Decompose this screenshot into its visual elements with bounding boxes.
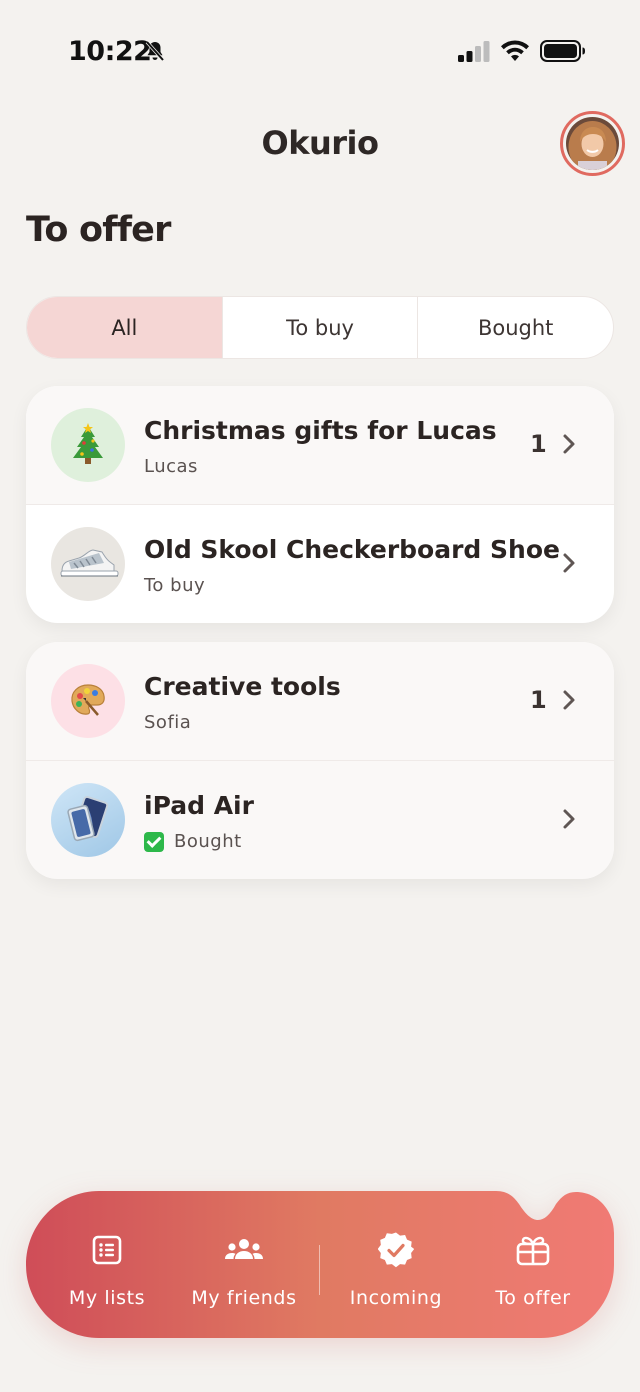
list-item-creative-tools[interactable]: Creative tools Sofia 1 (26, 642, 614, 760)
status-time: 10:22 (68, 36, 152, 67)
tab-my-lists[interactable]: My lists (48, 1191, 166, 1338)
tab-label: Incoming (349, 1287, 443, 1309)
list-item-ipad-air[interactable]: iPad Air Bought (26, 760, 614, 878)
tab-label: To offer (495, 1287, 571, 1309)
tab-my-friends[interactable]: My friends (184, 1191, 304, 1338)
filter-to-buy[interactable]: To buy (221, 297, 418, 358)
sneaker-image (51, 527, 125, 601)
list-group: Christmas gifts for Lucas Lucas 1 Old Sk… (26, 386, 614, 623)
gift-icon (516, 1233, 550, 1267)
tab-divider (319, 1245, 320, 1295)
battery-icon (540, 40, 585, 62)
list-item-old-skool-shoe[interactable]: Old Skool Checkerboard Shoe To buy (26, 504, 614, 622)
muted-bell-icon (145, 40, 165, 62)
tab-incoming[interactable]: Incoming (336, 1191, 456, 1338)
list-item-title: Creative tools (144, 672, 341, 701)
cellular-signal-icon (458, 41, 490, 62)
list-item-owner: Lucas (144, 456, 198, 477)
tab-to-offer[interactable]: To offer (476, 1191, 590, 1338)
list-item-christmas-gifts[interactable]: Christmas gifts for Lucas Lucas 1 (26, 386, 614, 504)
tab-label: My friends (191, 1287, 297, 1309)
list-item-owner: Sofia (144, 712, 192, 733)
item-count-badge: 1 (530, 430, 547, 458)
christmas-tree-icon (51, 408, 125, 482)
status-bar: 10:22 (0, 0, 640, 100)
list-item-title: Old Skool Checkerboard Shoe (144, 535, 560, 564)
people-icon (224, 1233, 264, 1267)
chevron-right-icon (563, 434, 575, 454)
chevron-right-icon (563, 809, 575, 829)
chevron-right-icon (563, 553, 575, 573)
avatar-photo (566, 117, 619, 170)
list-item-title: Christmas gifts for Lucas (144, 416, 497, 445)
list-item-title: iPad Air (144, 791, 254, 820)
palette-icon (51, 664, 125, 738)
list-icon (92, 1233, 122, 1267)
bottom-tab-bar: My lists My friends Incoming To offer (26, 1191, 614, 1338)
list-item-status: Bought (144, 831, 242, 852)
item-count-badge: 1 (530, 686, 547, 714)
verified-badge-icon (378, 1232, 414, 1268)
app-title: Okurio (261, 124, 380, 162)
status-label: Bought (174, 831, 242, 852)
ipad-image (51, 783, 125, 857)
list-item-status: To buy (144, 575, 206, 596)
filter-all[interactable]: All (27, 297, 222, 358)
wifi-icon (501, 40, 529, 61)
chevron-right-icon (563, 690, 575, 710)
list-group: Creative tools Sofia 1 iPad Air Bought (26, 642, 614, 879)
profile-avatar[interactable] (560, 111, 625, 176)
filter-bought[interactable]: Bought (417, 297, 613, 358)
checkmark-icon (144, 831, 164, 852)
filter-segmented-control: All To buy Bought (26, 296, 614, 359)
page-title: To offer (26, 210, 171, 250)
tab-label: My lists (68, 1287, 146, 1309)
